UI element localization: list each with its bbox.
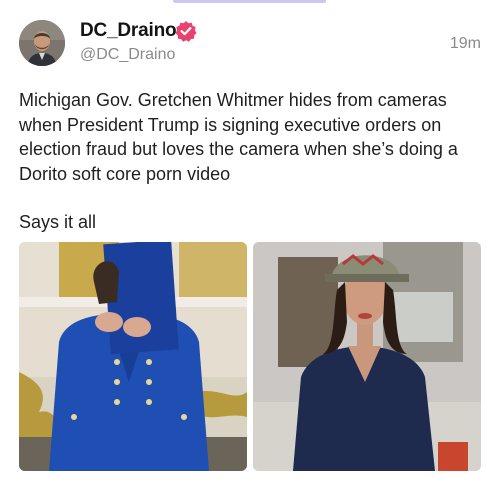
- author-name[interactable]: DC_Draino: [80, 20, 177, 42]
- post-body-paragraph: Michigan Gov. Gretchen Whitmer hides fro…: [19, 90, 458, 184]
- media-image-1[interactable]: [19, 242, 247, 471]
- author-handle[interactable]: @DC_Draino: [80, 46, 175, 64]
- verified-badge-icon: [175, 21, 197, 42]
- post-card[interactable]: DC_Draino @DC_Draino 19m Michigan Gov. G…: [0, 0, 500, 482]
- post-timestamp: 19m: [449, 35, 481, 52]
- avatar[interactable]: [19, 20, 65, 66]
- media-image-2[interactable]: [253, 242, 481, 471]
- post-body: Michigan Gov. Gretchen Whitmer hides fro…: [19, 88, 484, 235]
- media-gallery: [19, 242, 481, 471]
- post-body-paragraph: Says it all: [19, 212, 97, 232]
